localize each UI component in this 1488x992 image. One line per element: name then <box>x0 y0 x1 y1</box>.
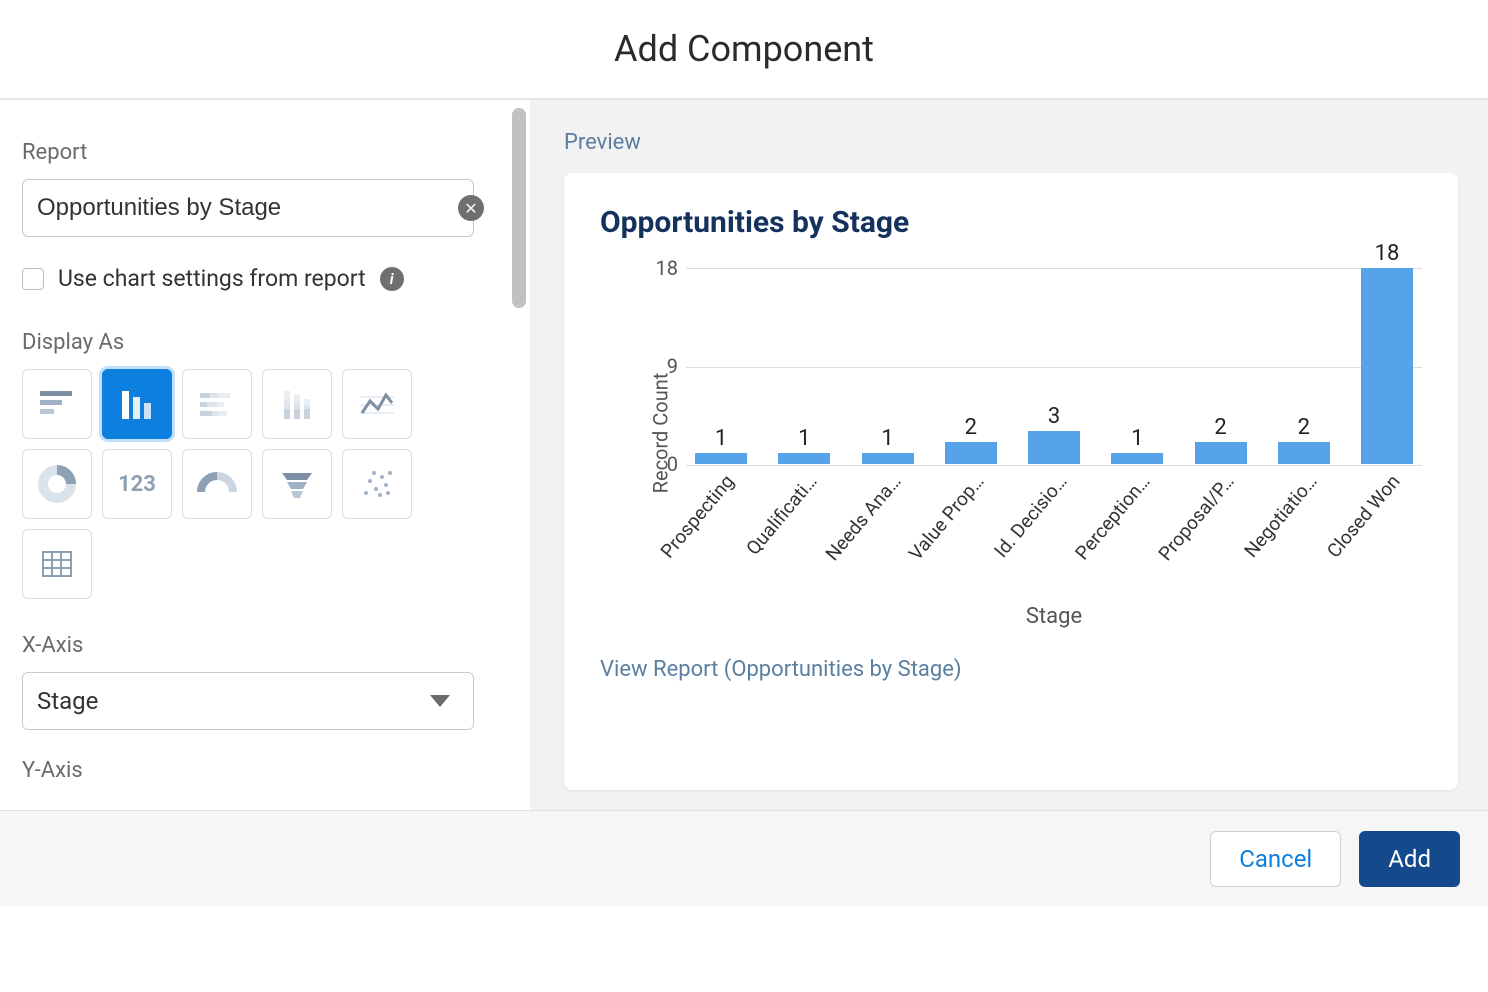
chart-type-funnel[interactable] <box>262 449 332 519</box>
y-tick: 9 <box>667 354 678 378</box>
bar-group: 2 <box>1275 415 1333 464</box>
preview-card: Opportunities by Stage Record Count 0918… <box>564 173 1458 790</box>
bar <box>695 453 747 464</box>
bar-value: 1 <box>715 426 727 451</box>
bar <box>1195 442 1247 464</box>
bar-group: 2 <box>942 415 1000 464</box>
bar-group: 1 <box>692 426 750 464</box>
bar-value: 1 <box>1131 426 1143 451</box>
bar-value: 1 <box>881 426 893 451</box>
scrollbar[interactable] <box>512 108 528 802</box>
modal-header: Add Component <box>0 0 1488 100</box>
bar <box>778 453 830 464</box>
modal-body: Report ✕ Use chart settings from report … <box>0 100 1488 810</box>
x-axis-label: Stage <box>686 604 1422 629</box>
add-button[interactable]: Add <box>1359 831 1460 887</box>
chart-type-table[interactable] <box>22 529 92 599</box>
chart-type-scatter[interactable] <box>342 449 412 519</box>
xaxis-select[interactable]: Stage <box>22 672 474 730</box>
preview-panel: Preview Opportunities by Stage Record Co… <box>530 100 1488 810</box>
bar <box>1278 442 1330 464</box>
report-input[interactable] <box>22 179 474 237</box>
x-labels: ProspectingQualificati…Needs Ana…Value P… <box>686 464 1422 572</box>
x-tick-label: Negotiatio… <box>1239 470 1321 562</box>
x-tick-label: Closed Won <box>1322 470 1405 562</box>
report-label: Report <box>22 140 502 165</box>
y-tick: 0 <box>667 452 678 476</box>
chart-type-vertical-bar[interactable] <box>102 369 172 439</box>
report-input-wrap: ✕ <box>22 179 502 237</box>
cancel-button[interactable]: Cancel <box>1210 831 1341 887</box>
bar <box>1361 268 1413 464</box>
bar-value: 2 <box>1298 415 1310 440</box>
chart-type-gauge[interactable] <box>182 449 252 519</box>
bar-group: 1 <box>859 426 917 464</box>
chart-type-horizontal-bar[interactable] <box>22 369 92 439</box>
chart-type-line[interactable] <box>342 369 412 439</box>
use-chart-settings-label: Use chart settings from report <box>58 265 366 292</box>
bar-group: 2 <box>1192 415 1250 464</box>
x-tick-label: Perception… <box>1071 470 1155 564</box>
y-ticks: 0918 <box>630 268 686 464</box>
bar-group: 1 <box>775 426 833 464</box>
modal-footer: Cancel Add <box>0 810 1488 906</box>
bar-value: 18 <box>1375 241 1400 266</box>
bar-group: 18 <box>1358 241 1416 464</box>
clear-report-icon[interactable]: ✕ <box>458 195 484 221</box>
yaxis-label: Y-Axis <box>22 758 502 783</box>
xaxis-select-value: Stage <box>37 687 98 715</box>
chart-type-stacked-v[interactable] <box>262 369 332 439</box>
use-chart-settings-checkbox[interactable] <box>22 268 44 290</box>
bar-value: 2 <box>965 415 977 440</box>
chart-type-donut[interactable] <box>22 449 92 519</box>
bar-group: 1 <box>1108 426 1166 464</box>
display-as-label: Display As <box>22 330 502 355</box>
chart: Record Count 0918 1112312218 Prospecting… <box>600 268 1422 598</box>
x-tick-label: Id. Decisio… <box>989 470 1071 562</box>
xaxis-label: X-Axis <box>22 633 502 658</box>
bar-value: 1 <box>798 426 810 451</box>
bar <box>1111 453 1163 464</box>
view-report-link[interactable]: View Report (Opportunities by Stage) <box>600 657 1422 682</box>
chart-type-grid: 123 <box>22 369 422 599</box>
scrollbar-thumb[interactable] <box>512 108 526 308</box>
bar-group: 3 <box>1025 404 1083 464</box>
config-panel: Report ✕ Use chart settings from report … <box>0 100 530 810</box>
bar <box>945 442 997 464</box>
modal-title: Add Component <box>614 28 874 70</box>
x-tick-label: Qualificati… <box>742 470 822 559</box>
chart-type-stacked-h[interactable] <box>182 369 252 439</box>
preview-title: Opportunities by Stage <box>600 205 1422 240</box>
use-chart-settings-row: Use chart settings from report i <box>22 265 502 292</box>
info-icon[interactable]: i <box>380 267 404 291</box>
bar <box>1028 431 1080 464</box>
bar-value: 3 <box>1048 404 1060 429</box>
bar <box>862 453 914 464</box>
chevron-down-icon <box>430 695 450 707</box>
preview-label: Preview <box>564 130 1458 155</box>
bar-value: 2 <box>1214 415 1226 440</box>
chart-type-metric[interactable]: 123 <box>102 449 172 519</box>
xaxis-select-wrap: Stage <box>22 672 474 730</box>
y-tick: 18 <box>656 256 678 280</box>
chart-plot: 1112312218 <box>686 268 1422 464</box>
